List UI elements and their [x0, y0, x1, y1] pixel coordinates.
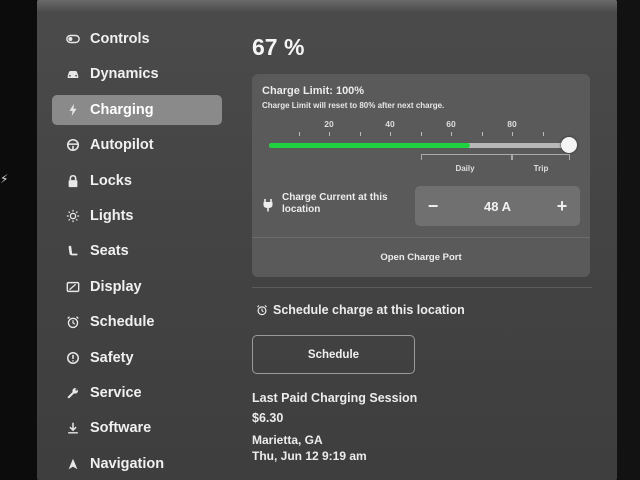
- top-edge: [37, 0, 617, 12]
- sidebar-item-schedule[interactable]: Schedule: [52, 307, 222, 337]
- sidebar-item-navigation[interactable]: Navigation: [52, 449, 222, 479]
- sidebar-item-charging[interactable]: Charging: [52, 94, 222, 125]
- sidebar-item-label: Seats: [90, 243, 129, 260]
- slider-tick-label: 40: [385, 119, 395, 129]
- charging-panel: 67 % Charge Limit: 100% Charge Limit wil…: [252, 34, 592, 463]
- sidebar-item-seats[interactable]: Seats: [52, 236, 222, 266]
- trip-label[interactable]: Trip: [534, 164, 549, 173]
- sidebar-item-label: Display: [90, 278, 142, 295]
- sidebar-item-software[interactable]: Software: [52, 413, 222, 443]
- charge-current-value: 48 A: [484, 198, 511, 214]
- last-session-time: Thu, Jun 12 9:19 am: [252, 449, 367, 463]
- sidebar-item-label: Dynamics: [90, 66, 159, 83]
- slider-tick: [299, 132, 300, 136]
- slider-tick: [451, 132, 452, 136]
- slider-tick: [482, 132, 483, 136]
- charge-current-row: Charge Current at this location − 48 A +: [262, 186, 582, 228]
- sidebar-item-label: Locks: [90, 172, 132, 189]
- daily-range-bracket: [421, 154, 512, 160]
- schedule-button[interactable]: Schedule: [252, 335, 415, 374]
- sidebar-item-safety[interactable]: Safety: [52, 343, 222, 373]
- car-icon: [64, 66, 82, 82]
- partial-icon: ⚡: [0, 172, 9, 186]
- charge-limit-slider[interactable]: [269, 137, 577, 153]
- alarm-clock-icon: [64, 314, 82, 330]
- charge-limit-title: Charge Limit: 100%: [262, 85, 365, 97]
- lock-icon: [64, 173, 82, 189]
- slider-tick: [421, 132, 422, 136]
- sidebar-item-label: Software: [90, 420, 152, 437]
- slider-tick: [360, 132, 361, 136]
- wrench-icon: [64, 385, 82, 401]
- sidebar-item-label: Autopilot: [90, 137, 154, 154]
- charge-current-stepper: − 48 A +: [415, 186, 580, 226]
- sidebar-item-service[interactable]: Service: [52, 378, 222, 408]
- schedule-heading-text: Schedule charge at this location: [273, 303, 465, 317]
- charge-settings-card: Charge Limit: 100% Charge Limit will res…: [252, 74, 590, 277]
- display-icon: [64, 279, 82, 295]
- schedule-heading: Schedule charge at this location: [256, 303, 465, 317]
- charge-limit-note: Charge Limit will reset to 80% after nex…: [262, 101, 445, 110]
- sidebar-item-autopilot[interactable]: Autopilot: [52, 130, 222, 160]
- decrease-current-button[interactable]: −: [425, 196, 441, 217]
- sidebar-item-label: Service: [90, 384, 142, 401]
- slider-tick-label: 80: [507, 119, 517, 129]
- last-session-title: Last Paid Charging Session: [252, 391, 418, 405]
- navigation-arrow-icon: [64, 456, 82, 472]
- alarm-clock-icon: [257, 305, 267, 316]
- slider-tick: [512, 132, 513, 136]
- charge-limit-handle[interactable]: [561, 137, 577, 153]
- sidebar-item-label: Safety: [90, 349, 134, 366]
- steering-wheel-icon: [64, 137, 82, 153]
- screen-bezel: ⚡: [0, 0, 37, 480]
- sidebar-item-controls[interactable]: Controls: [52, 24, 222, 54]
- sidebar-item-label: Schedule: [90, 314, 155, 331]
- car-settings-screen: Controls Dynamics Charging Autopilot Loc…: [37, 0, 617, 480]
- sidebar: Controls Dynamics Charging Autopilot Loc…: [52, 24, 222, 480]
- daily-label[interactable]: Daily: [455, 164, 474, 173]
- sidebar-item-label: Controls: [90, 31, 150, 47]
- sidebar-item-label: Navigation: [90, 455, 165, 472]
- sidebar-item-label: Lights: [90, 207, 134, 224]
- toggle-icon: [64, 31, 82, 47]
- slider-tick-label: 20: [324, 119, 334, 129]
- plug-icon: [263, 199, 273, 212]
- increase-current-button[interactable]: +: [554, 196, 570, 217]
- alert-icon: [64, 350, 82, 366]
- last-session-location: Marietta, GA: [252, 433, 323, 447]
- slider-tick: [543, 132, 544, 136]
- sidebar-item-lights[interactable]: Lights: [52, 201, 222, 231]
- trip-range-bracket: [512, 154, 570, 160]
- sidebar-item-label: Charging: [90, 101, 154, 118]
- section-divider: [252, 287, 592, 288]
- open-charge-port-button[interactable]: Open Charge Port: [252, 238, 590, 277]
- charge-current-label: Charge Current at this location: [282, 192, 388, 215]
- slider-tick: [329, 132, 330, 136]
- battery-level-fill: [269, 143, 470, 148]
- seat-icon: [64, 243, 82, 259]
- slider-tick: [390, 132, 391, 136]
- battery-percent: 67 %: [252, 34, 305, 60]
- sidebar-item-dynamics[interactable]: Dynamics: [52, 59, 222, 89]
- download-icon: [64, 420, 82, 436]
- sidebar-item-display[interactable]: Display: [52, 272, 222, 302]
- bolt-icon: [64, 102, 82, 118]
- sidebar-item-locks[interactable]: Locks: [52, 166, 222, 196]
- last-session-amount: $6.30: [252, 411, 284, 425]
- slider-tick-label: 60: [446, 119, 456, 129]
- sun-icon: [64, 208, 82, 224]
